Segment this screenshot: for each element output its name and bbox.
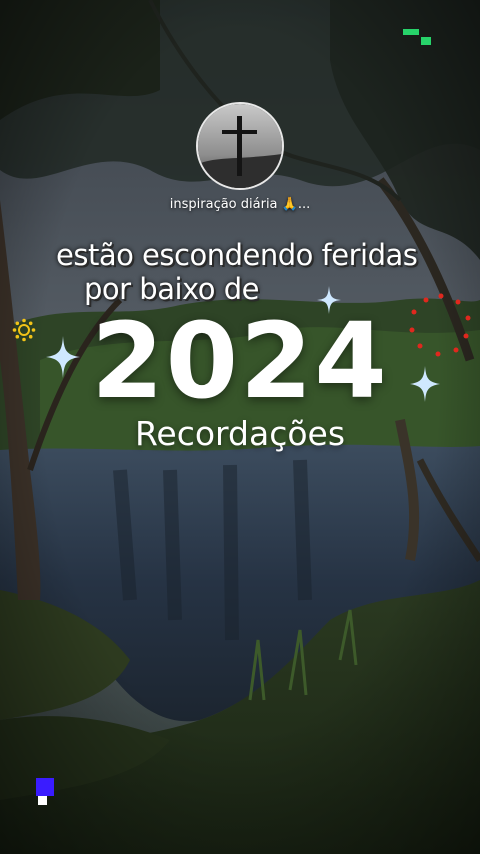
dot-ring-icon — [409, 293, 471, 357]
headline-subtitle: Recordações — [134, 414, 346, 453]
pixel-icon — [36, 778, 54, 805]
caption-line-1: estão escondendo feridas — [56, 238, 418, 272]
profile-name[interactable]: inspiração diária 🙏... — [0, 197, 480, 212]
profile-avatar[interactable] — [196, 102, 284, 190]
sun-icon — [12, 318, 36, 342]
sparkle-icon — [317, 286, 341, 314]
sparkle-icon — [410, 366, 440, 402]
cross-on-hill-icon — [198, 104, 282, 188]
pixel-icon — [403, 29, 431, 45]
story-frame: inspiração diária 🙏... estão escondendo … — [0, 0, 480, 854]
sparkle-icon — [46, 336, 80, 378]
